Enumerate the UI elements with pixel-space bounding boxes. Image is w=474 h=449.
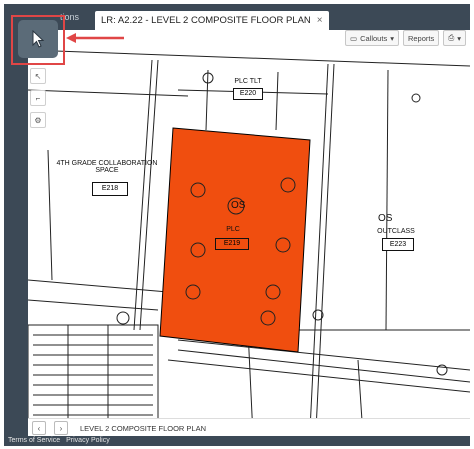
sheet-name-label: LEVEL 2 COMPOSITE FLOOR PLAN bbox=[80, 423, 207, 433]
room-e218-name-line1: 4TH GRADE COLLABORATION bbox=[56, 160, 158, 167]
reports-button[interactable]: Reports bbox=[402, 30, 440, 46]
reports-label: Reports bbox=[407, 33, 435, 43]
room-e219-name: PLC bbox=[226, 226, 240, 233]
prev-sheet-button[interactable]: ‹ bbox=[32, 421, 46, 435]
left-rail bbox=[4, 4, 28, 436]
os-label-2: OS bbox=[378, 213, 393, 224]
print-button[interactable]: ⎙ ▾ bbox=[443, 30, 466, 46]
settings-icon[interactable]: ⚙ bbox=[30, 112, 46, 128]
callouts-icon: ▭ bbox=[350, 33, 358, 43]
callouts-button[interactable]: ▭ Callouts ▾ bbox=[345, 30, 399, 46]
app-frame: tions LR: A2.22 - LEVEL 2 COMPOSITE FLOO… bbox=[0, 0, 474, 449]
chevron-down-icon: ▾ bbox=[457, 33, 461, 43]
room-e219-number: E219 bbox=[215, 238, 249, 250]
room-e218-number: E218 bbox=[92, 182, 128, 196]
side-tool-column: ↖ ⌐ ⚙ bbox=[30, 68, 46, 128]
pointer-tool-icon[interactable]: ↖ bbox=[30, 68, 46, 84]
os-label-1: OS bbox=[231, 200, 246, 211]
close-icon[interactable]: × bbox=[317, 11, 323, 31]
tab-strip: tions LR: A2.22 - LEVEL 2 COMPOSITE FLOO… bbox=[4, 4, 470, 31]
viewer-toolbar: ▭ Callouts ▾ Reports ⎙ ▾ bbox=[345, 30, 466, 46]
chevron-down-icon: ▾ bbox=[390, 33, 394, 43]
tab-floor-plan[interactable]: LR: A2.22 - LEVEL 2 COMPOSITE FLOOR PLAN… bbox=[95, 11, 329, 31]
callouts-label: Callouts bbox=[360, 33, 388, 43]
terms-link[interactable]: Terms of Service bbox=[8, 436, 60, 446]
annotation-highlight-box bbox=[11, 15, 65, 65]
next-sheet-button[interactable]: › bbox=[54, 421, 68, 435]
privacy-link[interactable]: Privacy Policy bbox=[66, 436, 110, 446]
crop-tool-icon[interactable]: ⌐ bbox=[30, 90, 46, 106]
room-e220-number: E220 bbox=[233, 88, 263, 100]
room-e223-name: OUTCLASS bbox=[377, 228, 415, 235]
annotation-arrow-icon bbox=[66, 33, 124, 43]
print-icon: ⎙ bbox=[448, 33, 455, 42]
footer: Terms of Service Privacy Policy bbox=[4, 436, 470, 446]
sheet-navigation-bar: ‹ › LEVEL 2 COMPOSITE FLOOR PLAN bbox=[28, 418, 470, 437]
drawing-viewer[interactable]: 4TH GRADE COLLABORATION SPACE E218 PLC T… bbox=[28, 30, 470, 436]
room-e218-name: 4TH GRADE COLLABORATION SPACE bbox=[52, 160, 162, 174]
room-e218-name-line2: SPACE bbox=[95, 167, 119, 174]
room-e223-number: E223 bbox=[382, 238, 414, 251]
tab-floor-plan-label: LR: A2.22 - LEVEL 2 COMPOSITE FLOOR PLAN bbox=[101, 15, 311, 26]
room-e220-name: PLC TLT bbox=[234, 78, 262, 85]
